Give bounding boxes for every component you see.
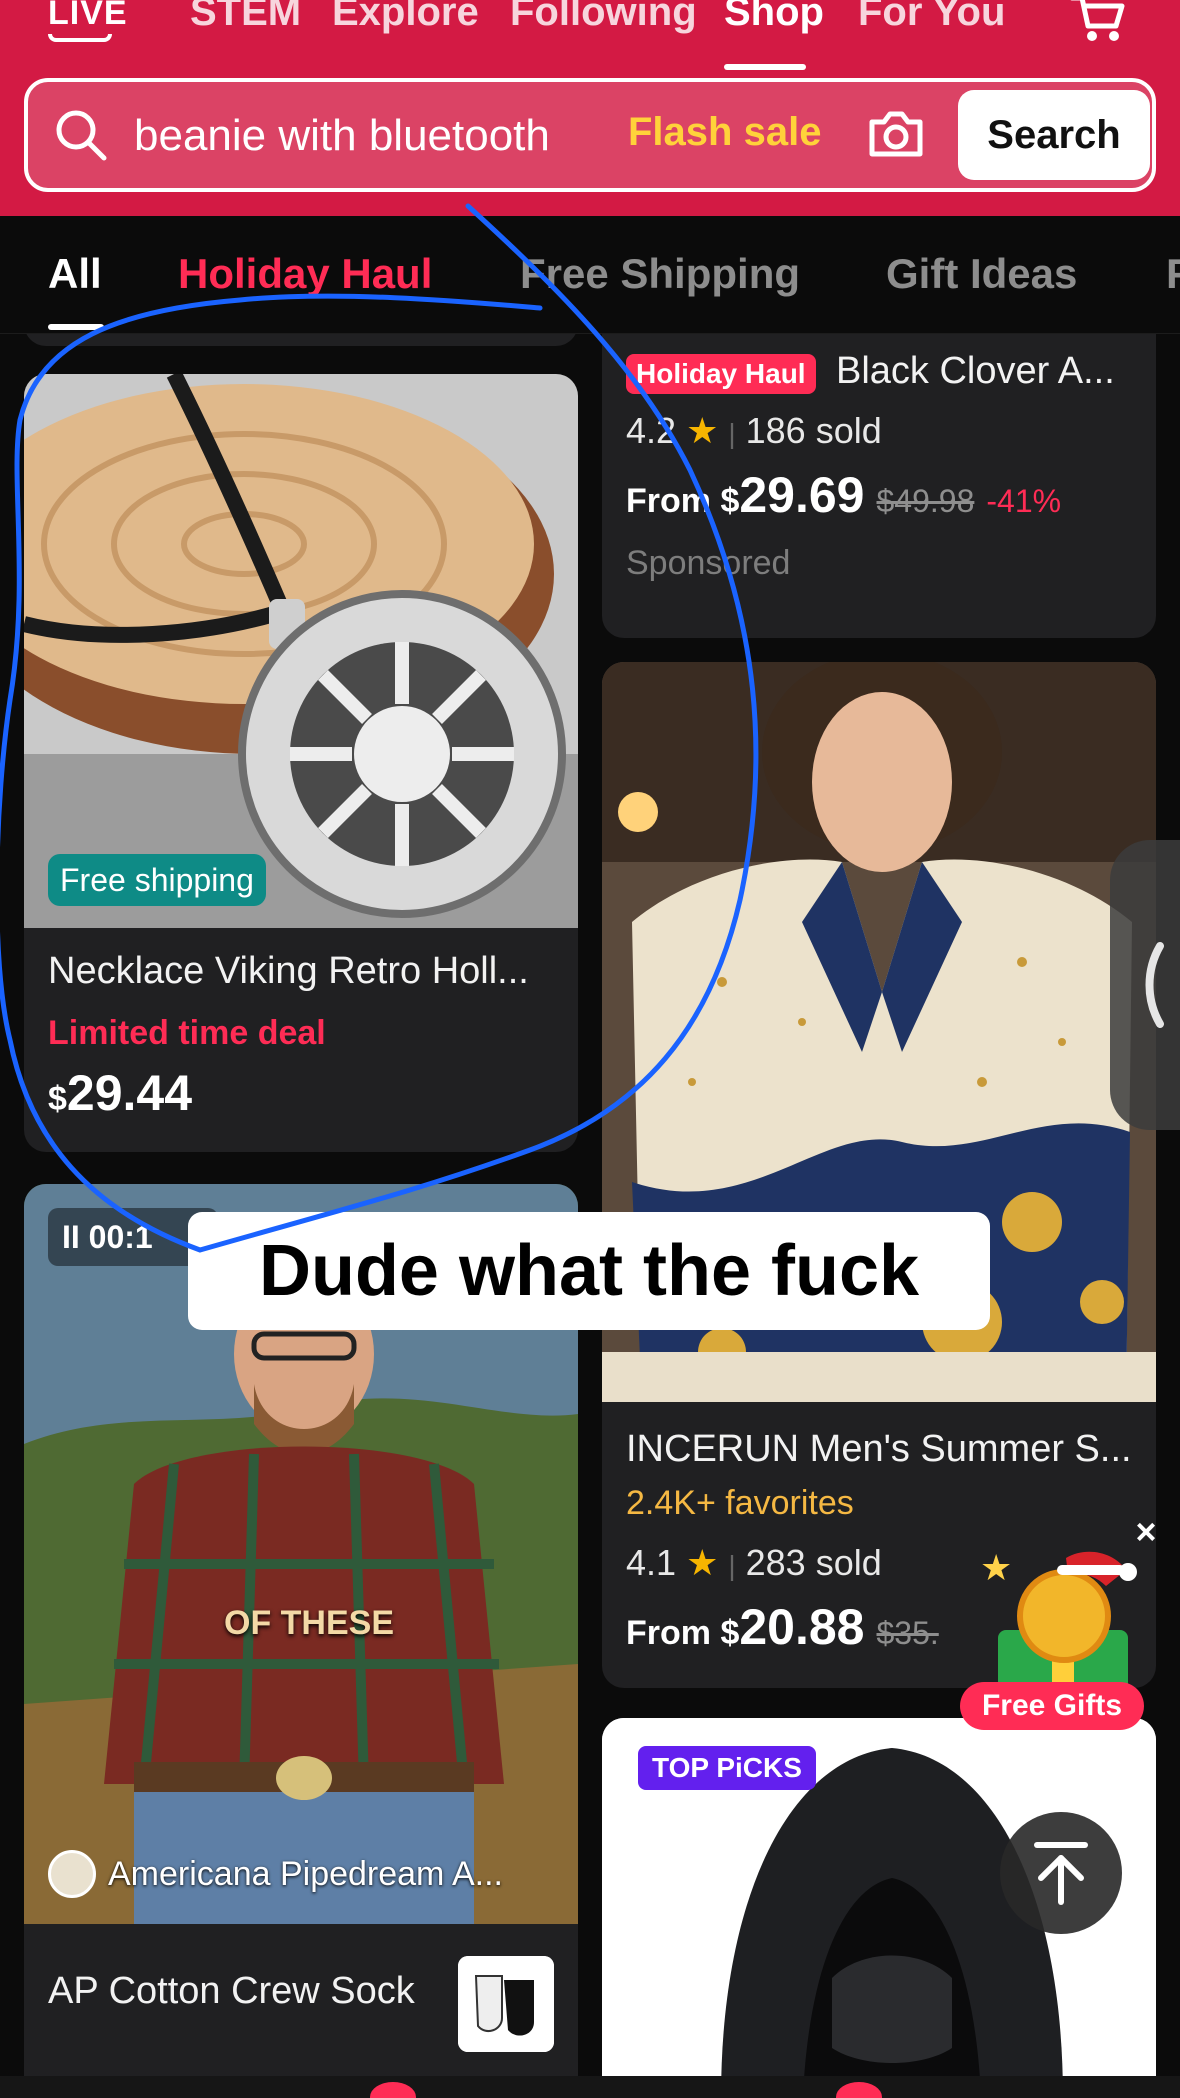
creator-name: Americana Pipedream A... (108, 1854, 503, 1893)
chevron-left-icon (1145, 942, 1164, 1028)
tab-stem[interactable]: STEM (190, 0, 301, 35)
product-title: Black Clover A... (836, 350, 1115, 392)
search-button[interactable]: Search (958, 90, 1150, 180)
necklace-image (24, 374, 578, 928)
sock-thumbnail (458, 1956, 554, 2052)
product-card-necklace[interactable]: Free shipping Necklace Viking Retro Holl… (24, 374, 578, 1152)
header: LIVE STEM Explore Following Shop For You… (0, 0, 1180, 216)
top-picks-badge: TOP PiCKS (638, 1746, 816, 1790)
camera-icon[interactable] (864, 104, 928, 164)
price-row: From $29.69 $49.98 -41% (626, 466, 1061, 524)
video-overlay-text: OF THESE (224, 1604, 395, 1642)
original-price: $35. (876, 1615, 939, 1651)
tab-explore[interactable]: Explore (332, 0, 479, 35)
avatar (48, 1850, 96, 1898)
active-tab-indicator (724, 64, 806, 70)
video-caption: Dude what the fuck (188, 1212, 990, 1330)
free-shipping-badge: Free shipping (48, 854, 266, 906)
category-all[interactable]: All (48, 250, 102, 298)
star-icon: ★ (686, 410, 719, 451)
product-title: AP Cotton Crew Sock (48, 1970, 415, 2012)
product-card-black-clover[interactable]: Holiday Haul Black Clover A... 4.2 ★ | 186… (602, 334, 1156, 638)
category-more[interactable]: F (1166, 250, 1180, 298)
category-gift-ideas[interactable]: Gift Ideas (886, 250, 1077, 298)
search-icon (56, 110, 107, 161)
rating-row: 4.1 ★ | 283 sold (626, 1542, 882, 1584)
back-to-top-button[interactable] (1000, 1812, 1122, 1934)
active-category-indicator (48, 324, 104, 330)
shop-screen: LIVE STEM Explore Following Shop For You… (0, 0, 1180, 2098)
divider: | (728, 1550, 736, 1581)
holiday-haul-badge: Holiday Haul (626, 354, 816, 394)
creator-info[interactable]: Americana Pipedream A... (48, 1850, 503, 1898)
discount: -41% (986, 483, 1062, 519)
price-value: 29.69 (739, 467, 865, 523)
search-input[interactable] (134, 108, 654, 164)
tab-following[interactable]: Following (510, 0, 697, 35)
star-icon: ★ (686, 1542, 719, 1583)
search-bar: Flash sale Search (24, 78, 1156, 192)
sold-count: 283 sold (745, 1542, 882, 1583)
rating-value: 4.2 (626, 410, 677, 451)
category-holiday-haul[interactable]: Holiday Haul (178, 250, 432, 298)
product-price: $29.44 (48, 1064, 192, 1122)
price-value: 29.44 (66, 1065, 193, 1121)
rating-row: 4.2 ★ | 186 sold (626, 410, 882, 452)
top-nav: LIVE STEM Explore Following Shop For You (0, 0, 1180, 70)
divider: | (728, 418, 736, 449)
sponsored-label: Sponsored (626, 544, 791, 582)
from-label: From $ (626, 482, 740, 520)
sold-count: 186 sold (745, 410, 882, 451)
price-row: From $20.88 $35. (626, 1598, 939, 1656)
product-title: INCERUN Men's Summer S... (626, 1428, 1132, 1470)
flash-sale-label[interactable]: Flash sale (628, 110, 821, 155)
original-price: $49.98 (876, 483, 975, 519)
tab-shop[interactable]: Shop (724, 0, 824, 35)
price-value: 20.88 (739, 1599, 865, 1655)
tab-for-you[interactable]: For You (858, 0, 1005, 35)
deal-label: Limited time deal (48, 1014, 326, 1052)
free-gifts-button[interactable]: Free Gifts (960, 1682, 1144, 1730)
product-title: Necklace Viking Retro Holl... (48, 950, 529, 992)
bottom-nav-edge (0, 2076, 1180, 2098)
live-icon (48, 34, 112, 42)
svg-text:★: ★ (980, 1548, 1012, 1589)
cart-icon[interactable] (1068, 0, 1128, 44)
favorites-label: 2.4K+ favorites (626, 1484, 854, 1522)
category-tabs: All Holiday Haul Free Shipping Gift Idea… (0, 216, 1180, 334)
live-button[interactable]: LIVE (48, 0, 128, 33)
arrow-up-icon (1034, 1842, 1088, 1905)
currency-symbol: $ (48, 1080, 67, 1118)
category-free-shipping[interactable]: Free Shipping (520, 250, 800, 298)
product-card-partial[interactable] (24, 334, 578, 346)
from-label: From $ (626, 1614, 740, 1652)
side-panel-handle[interactable] (1110, 840, 1180, 1130)
rating-value: 4.1 (626, 1542, 677, 1583)
